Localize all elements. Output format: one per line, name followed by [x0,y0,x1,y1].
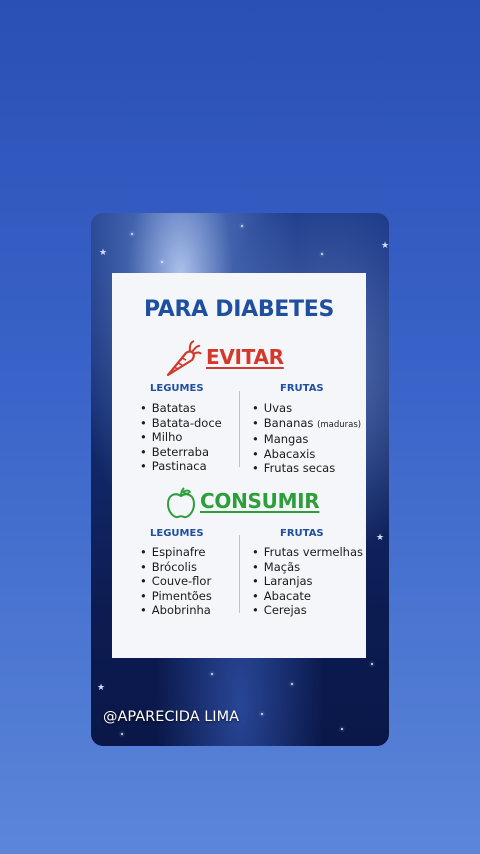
apple-icon [166,487,196,524]
list-item: Espinafre [140,545,212,560]
list-item: Pimentões [140,589,212,604]
sparkle [131,233,133,235]
page-title: PARA DIABETES [143,297,334,322]
list-item: Frutas vermelhas [252,545,363,560]
star-icon: ★ [381,241,389,251]
star-icon: ★ [99,248,108,258]
consume-column-divider [239,535,240,613]
list-item: Batatas [140,401,222,416]
list-item: Maçãs [252,560,363,575]
list-item: Bananas (maduras) [252,416,361,433]
star-icon: ★ [97,683,106,693]
consume-section-header: CONSUMIR [112,483,366,523]
author-watermark: @APARECIDA LIMA [103,709,240,725]
list-item-text: Mangas [263,432,309,446]
list-item: Abacaxis [252,447,361,462]
sparkle [261,713,263,715]
list-item-note: (maduras) [317,419,362,430]
list-item: Milho [140,430,222,445]
sparkle [341,728,343,730]
list-item: Beterraba [140,445,222,460]
list-item-text: Frutas secas [263,461,336,475]
list-item-text: Bananas [263,415,314,430]
sparkle [241,225,243,227]
list-item: Abacate [252,589,363,604]
sparkle [161,261,163,263]
list-item: Frutas secas [252,461,361,476]
list-item: Couve-flor [140,574,212,589]
sparkle [121,733,123,735]
list-item: Abobrinha [140,603,212,618]
list-item: Uvas [252,401,361,416]
consume-label: CONSUMIR [200,489,320,513]
sparkle [211,673,213,675]
list-item: Laranjas [252,574,363,589]
list-item: Pastinaca [140,459,222,474]
consume-legumes-heading: LEGUMES [150,528,204,539]
avoid-legumes-heading: LEGUMES [150,383,204,394]
list-item: Batata-doce [140,416,222,431]
avoid-section-header: EVITAR [112,339,366,379]
avoid-frutas-list: Uvas Bananas (maduras) Mangas Abacaxis F… [252,401,361,476]
consume-frutas-list: Frutas vermelhas Maçãs Laranjas Abacate … [252,545,363,618]
info-panel: PARA DIABETES EVITAR LEGUMES FRUTAS Bata… [112,273,366,658]
carrot-icon [162,339,202,384]
sparkle [321,253,323,255]
story-card: ★ ★ ★ ★ PARA DIABETES EVITAR LEGUMES FRU… [91,213,389,746]
list-item: Cerejas [252,603,363,618]
list-item: Mangas [252,432,361,447]
consume-frutas-heading: FRUTAS [280,528,324,539]
avoid-legumes-list: Batatas Batata-doce Milho Beterraba Past… [140,401,222,474]
list-item: Brócolis [140,560,212,575]
list-item-text: Uvas [263,401,293,415]
avoid-frutas-heading: FRUTAS [280,383,324,394]
star-icon: ★ [376,533,385,543]
sparkle [371,663,373,665]
avoid-label: EVITAR [206,345,284,369]
avoid-column-divider [239,391,240,467]
sparkle [291,683,293,685]
list-item-text: Abacaxis [263,446,316,461]
consume-legumes-list: Espinafre Brócolis Couve-flor Pimentões … [140,545,212,618]
